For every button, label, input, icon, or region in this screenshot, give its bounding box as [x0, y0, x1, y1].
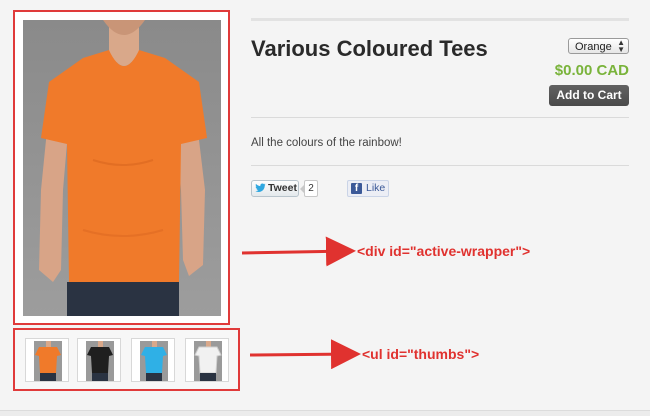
annotation-thumbs: <ul id="thumbs"> — [362, 346, 480, 362]
product-page: Various Coloured Tees Orange ▲ ▼ $0.00 CA… — [0, 0, 650, 416]
page-bottom-edge — [0, 410, 650, 416]
annotation-arrows — [241, 236, 361, 370]
annotation-active-wrapper: <div id="active-wrapper"> — [357, 243, 531, 259]
